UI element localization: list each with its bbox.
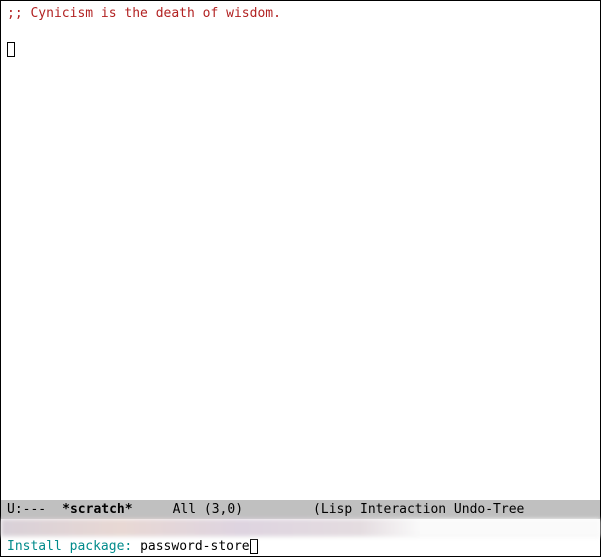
modeline-status: U:--- (7, 502, 46, 517)
modeline-line-col: (3,0) (204, 502, 243, 517)
scratch-buffer[interactable]: ;; Cynicism is the death of wisdom. (1, 1, 600, 500)
minibuffer-input[interactable]: password-store (140, 539, 250, 554)
redacted-region (1, 519, 600, 537)
modeline-buffer-name: *scratch* (62, 502, 132, 517)
modeline-position: All (173, 502, 196, 517)
cursor-line (7, 41, 594, 59)
point-cursor (7, 42, 15, 57)
minibuffer[interactable]: Install package: password-store (1, 537, 600, 556)
comment-line: ;; Cynicism is the death of wisdom. (7, 5, 594, 23)
mode-line[interactable]: U:--- *scratch* All (3,0) (Lisp Interaction… (1, 500, 600, 519)
modeline-modes: (Lisp Interaction Undo-Tree (313, 502, 524, 517)
emacs-frame: ;; Cynicism is the death of wisdom. U:--… (0, 0, 601, 557)
minibuffer-prompt: Install package: (7, 539, 140, 554)
minibuffer-cursor (250, 539, 258, 554)
empty-line (7, 23, 594, 41)
